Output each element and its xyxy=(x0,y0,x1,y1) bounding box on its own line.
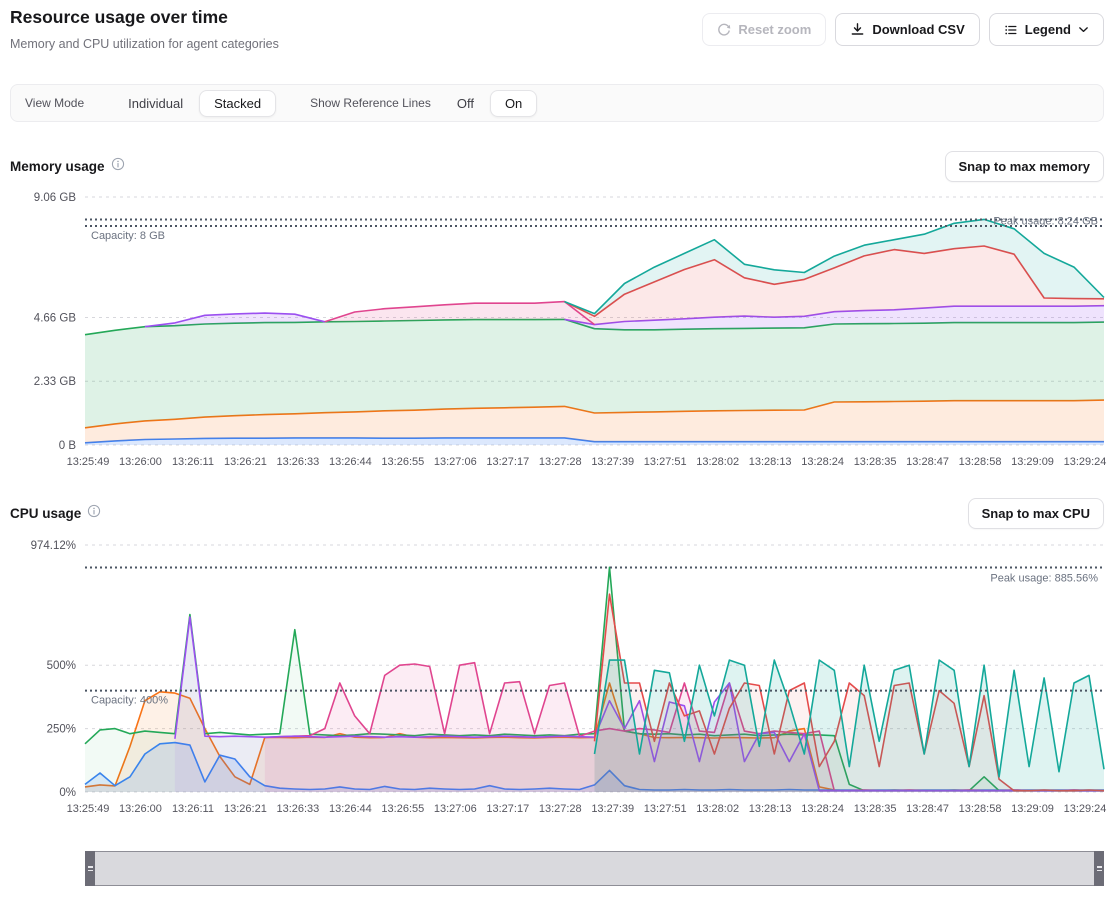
svg-text:13:27:06: 13:27:06 xyxy=(434,803,477,815)
svg-text:250%: 250% xyxy=(47,724,76,736)
svg-text:13:26:33: 13:26:33 xyxy=(276,803,319,815)
brush-handle-left[interactable] xyxy=(85,851,95,886)
svg-text:13:28:58: 13:28:58 xyxy=(959,456,1002,468)
svg-text:13:27:51: 13:27:51 xyxy=(644,803,687,815)
svg-text:0%: 0% xyxy=(59,787,76,799)
view-mode-label: View Mode xyxy=(25,96,84,110)
svg-text:13:27:28: 13:27:28 xyxy=(539,456,582,468)
svg-text:13:27:17: 13:27:17 xyxy=(486,803,529,815)
svg-text:500%: 500% xyxy=(47,660,76,672)
svg-text:13:28:47: 13:28:47 xyxy=(906,456,949,468)
cpu-chart[interactable]: 974.12% 500% 250% 0% 13:25:49 13:26:00 13:26:1… xyxy=(0,532,1116,827)
chevron-down-icon xyxy=(1078,24,1089,35)
svg-text:13:26:21: 13:26:21 xyxy=(224,456,267,468)
reference-lines-label: Show Reference Lines xyxy=(310,96,431,110)
svg-text:13:27:39: 13:27:39 xyxy=(591,803,634,815)
view-mode-stacked-option[interactable]: Stacked xyxy=(199,90,276,117)
svg-text:13:26:21: 13:26:21 xyxy=(224,803,267,815)
svg-text:Capacity: 400%: Capacity: 400% xyxy=(91,695,168,707)
svg-text:9.06 GB: 9.06 GB xyxy=(34,192,77,204)
info-icon[interactable] xyxy=(111,157,125,176)
svg-text:13:28:24: 13:28:24 xyxy=(801,456,844,468)
snap-to-max-cpu-button[interactable]: Snap to max CPU xyxy=(968,498,1104,529)
svg-text:13:28:24: 13:28:24 xyxy=(801,803,844,815)
reference-lines-on-option[interactable]: On xyxy=(490,90,537,117)
svg-text:13:26:55: 13:26:55 xyxy=(381,803,424,815)
svg-text:13:28:58: 13:28:58 xyxy=(959,803,1002,815)
svg-text:13:26:11: 13:26:11 xyxy=(172,803,214,815)
chart-controls-bar: View Mode Individual Stacked Show Refere… xyxy=(10,84,1104,122)
snap-to-max-memory-button[interactable]: Snap to max memory xyxy=(945,151,1105,182)
download-icon xyxy=(850,22,865,37)
svg-text:13:27:28: 13:27:28 xyxy=(539,803,582,815)
svg-text:13:29:24: 13:29:24 xyxy=(1064,803,1107,815)
svg-text:13:29:09: 13:29:09 xyxy=(1011,456,1054,468)
list-icon xyxy=(1004,23,1018,37)
svg-text:13:25:49: 13:25:49 xyxy=(67,456,110,468)
svg-text:13:28:13: 13:28:13 xyxy=(749,803,792,815)
legend-button[interactable]: Legend xyxy=(989,13,1104,46)
cpu-section-title: CPU usage xyxy=(10,506,81,521)
memory-section-title: Memory usage xyxy=(10,159,105,174)
download-csv-button[interactable]: Download CSV xyxy=(835,13,979,46)
page-title: Resource usage over time xyxy=(10,7,228,28)
reset-zoom-button[interactable]: Reset zoom xyxy=(702,13,826,46)
memory-chart[interactable]: 9.06 GB 4.66 GB 2.33 GB 0 B 13:25:49 13:26:00… xyxy=(0,185,1116,485)
brush-handle-right[interactable] xyxy=(1094,851,1104,886)
info-icon[interactable] xyxy=(87,504,101,523)
svg-text:13:26:00: 13:26:00 xyxy=(119,456,162,468)
svg-text:13:29:24: 13:29:24 xyxy=(1064,456,1107,468)
svg-text:13:27:06: 13:27:06 xyxy=(434,456,477,468)
svg-text:13:26:11: 13:26:11 xyxy=(172,456,214,468)
svg-text:2.33 GB: 2.33 GB xyxy=(34,376,77,388)
reset-icon xyxy=(717,23,731,37)
svg-text:13:25:49: 13:25:49 xyxy=(67,803,110,815)
memory-section-header: Memory usage xyxy=(10,157,125,176)
svg-text:13:26:55: 13:26:55 xyxy=(381,456,424,468)
svg-text:13:26:33: 13:26:33 xyxy=(276,456,319,468)
svg-text:13:28:02: 13:28:02 xyxy=(696,803,739,815)
svg-text:13:28:35: 13:28:35 xyxy=(854,803,897,815)
view-mode-individual-option[interactable]: Individual xyxy=(118,91,193,116)
svg-text:974.12%: 974.12% xyxy=(31,540,76,552)
svg-text:4.66 GB: 4.66 GB xyxy=(34,312,77,324)
svg-text:13:27:51: 13:27:51 xyxy=(644,456,687,468)
svg-text:13:29:09: 13:29:09 xyxy=(1011,803,1054,815)
svg-text:Peak usage: 885.56%: Peak usage: 885.56% xyxy=(990,572,1098,584)
reference-lines-off-option[interactable]: Off xyxy=(447,91,484,116)
page-subtitle: Memory and CPU utilization for agent cat… xyxy=(10,37,279,51)
svg-text:13:28:02: 13:28:02 xyxy=(696,456,739,468)
svg-text:13:26:00: 13:26:00 xyxy=(119,803,162,815)
svg-text:13:28:47: 13:28:47 xyxy=(906,803,949,815)
time-range-brush[interactable] xyxy=(85,851,1104,886)
svg-text:13:28:13: 13:28:13 xyxy=(749,456,792,468)
svg-text:Peak usage: 8.24 GB: Peak usage: 8.24 GB xyxy=(993,215,1098,227)
cpu-section-header: CPU usage xyxy=(10,504,101,523)
svg-text:0 B: 0 B xyxy=(59,440,77,452)
svg-text:Capacity: 8 GB: Capacity: 8 GB xyxy=(91,230,165,242)
svg-text:13:27:17: 13:27:17 xyxy=(486,456,529,468)
svg-text:13:27:39: 13:27:39 xyxy=(591,456,634,468)
resource-usage-page: Resource usage over time Memory and CPU … xyxy=(0,0,1116,906)
header-buttons: Reset zoom Download CSV Legend xyxy=(702,13,1104,46)
svg-text:13:26:44: 13:26:44 xyxy=(329,456,372,468)
svg-text:13:28:35: 13:28:35 xyxy=(854,456,897,468)
svg-text:13:26:44: 13:26:44 xyxy=(329,803,372,815)
